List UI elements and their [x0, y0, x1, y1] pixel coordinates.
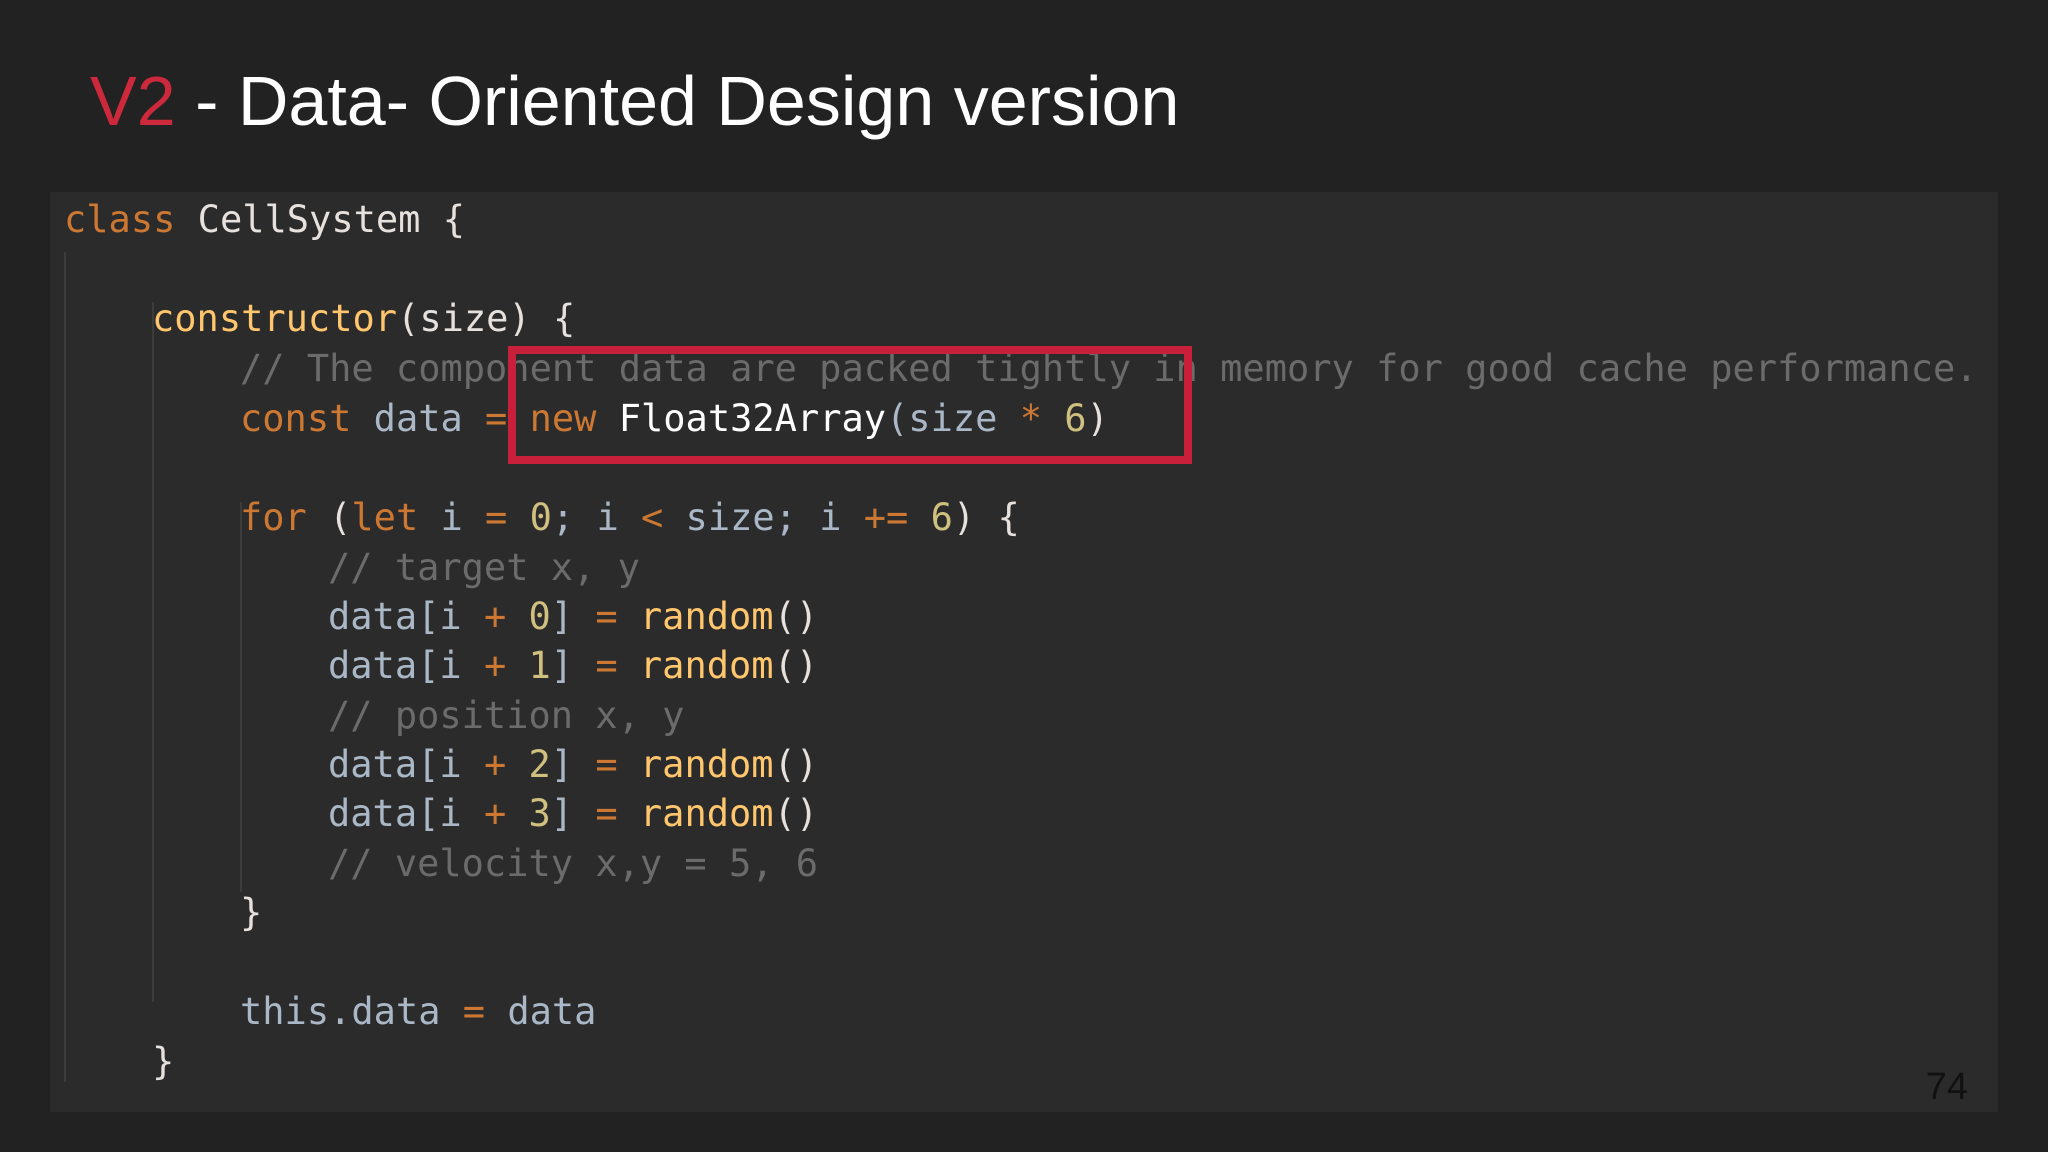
code-line-assign: data[i + 0] = random(): [328, 595, 819, 638]
code-line-comment: // position x, y: [328, 694, 685, 737]
indent-guide: [64, 252, 66, 1082]
title-accent: V2: [90, 62, 176, 140]
code-line-assign: data[i + 2] = random(): [328, 743, 819, 786]
code-line-this-data: this.data = data: [240, 990, 597, 1033]
indent-guide: [240, 502, 242, 892]
indent-guide: [152, 302, 154, 1002]
code-line-close-brace: }: [240, 891, 263, 934]
code-line-assign: data[i + 3] = random(): [328, 792, 819, 835]
code-line-assign: data[i + 1] = random(): [328, 644, 819, 687]
code-line-comment: // target x, y: [328, 546, 640, 589]
highlight-box: [508, 346, 1192, 464]
code-panel: class CellSystem { constructor(size) { /…: [50, 192, 1998, 1112]
code-line-constructor: constructor(size) {: [152, 297, 576, 340]
title-text: - Data- Oriented Design version: [175, 62, 1180, 140]
code-line-for: for (let i = 0; i < size; i += 6) {: [240, 496, 1020, 539]
page-number: 74: [1925, 1066, 1968, 1108]
slide-title: V2 - Data- Oriented Design version: [90, 56, 1179, 146]
code-line-close-brace: }: [152, 1040, 175, 1083]
slide: V2 - Data- Oriented Design version class…: [0, 0, 2048, 1152]
code-line-class: class CellSystem {: [64, 198, 465, 241]
code-line-comment: // velocity x,y = 5, 6: [328, 842, 819, 885]
